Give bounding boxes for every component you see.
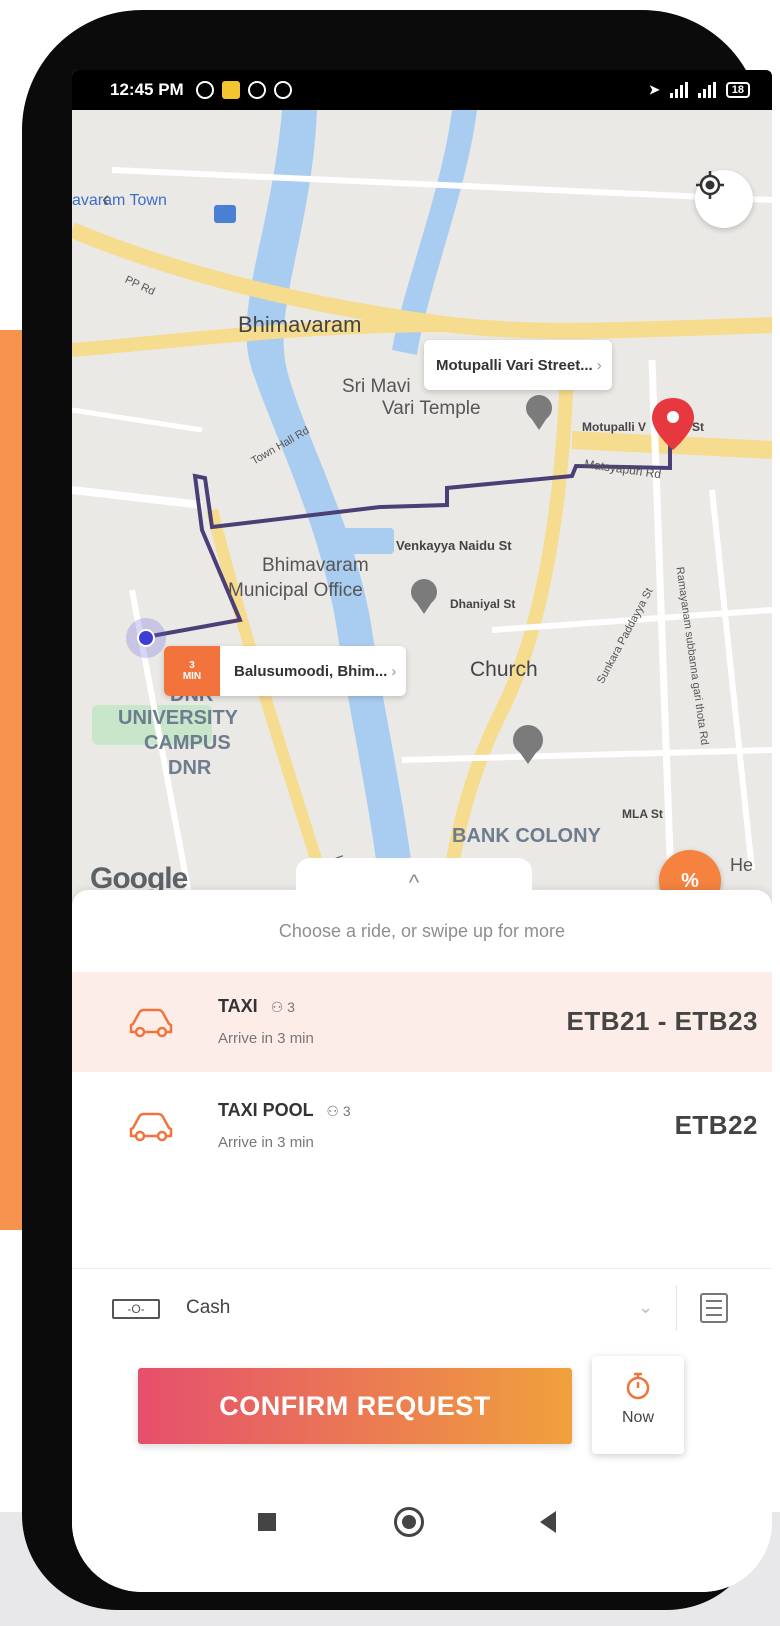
ride-arrival-time: Arrive in 3 min — [218, 1134, 314, 1151]
phone-screen: 12:45 PM ➤ 18 avaram Town PP Rd Bhimavar… — [72, 70, 772, 1592]
location-icon: ➤ — [648, 82, 660, 97]
car-icon — [129, 1008, 173, 1038]
map-label-municipal-2: Municipal Office — [228, 580, 363, 601]
seat-count: 3 — [342, 1103, 351, 1119]
status-system-icons: ➤ 18 — [649, 82, 750, 98]
map-label-church: Church — [470, 658, 538, 681]
status-time: 12:45 PM — [110, 80, 184, 99]
map-view[interactable]: avaram Town PP Rd Bhimavaram Sri Mavi Va… — [72, 110, 772, 910]
back-icon[interactable] — [540, 1511, 556, 1533]
map-label-vari-temple: Vari Temple — [382, 398, 481, 419]
app-notification-icon — [221, 81, 240, 99]
seat-capacity: ⚇ 3 — [326, 1103, 350, 1119]
pickup-callout[interactable]: 3 MIN Balusumoodi, Bhim... › — [164, 646, 407, 696]
payment-divider — [676, 1285, 677, 1331]
ride-name-label: TAXI — [218, 996, 258, 1016]
battery-icon: 18 — [725, 82, 750, 98]
status-notification-icons — [195, 81, 292, 99]
whatsapp-icon — [273, 81, 292, 99]
seat-capacity: ⚇ 3 — [271, 999, 295, 1015]
ride-price: ETB22 — [674, 1110, 758, 1140]
map-roads-layer — [72, 110, 772, 910]
map-label-bank-colony: BANK COLONY — [452, 825, 601, 847]
android-nav-bar — [72, 1475, 772, 1592]
recent-apps-icon[interactable] — [258, 1513, 276, 1531]
pickup-eta-value: 3 — [189, 660, 195, 671]
chevron-down-icon[interactable]: ⌄ — [638, 1297, 653, 1318]
pickup-eta-badge: 3 MIN — [164, 646, 220, 696]
pickup-eta-unit: MIN — [182, 671, 202, 682]
ride-hint: Choose a ride, or swipe up for more — [278, 921, 566, 941]
person-icon: ⚇ — [326, 1103, 339, 1119]
schedule-now-button[interactable]: Now — [592, 1356, 684, 1454]
pickup-callout-label: Balusumoodi, Bhim... — [234, 662, 388, 680]
map-label-venkayya-naidu-st: Venkayya Naidu St — [396, 538, 512, 553]
schedule-now-label: Now — [621, 1409, 654, 1426]
map-label-he: He — [730, 855, 754, 875]
chevron-right-icon: › — [596, 356, 602, 374]
back-arrow-icon[interactable]: ‹ — [102, 186, 109, 212]
phone-frame: 12:45 PM ➤ 18 avaram Town PP Rd Bhimavar… — [22, 10, 772, 1610]
car-icon — [129, 1112, 173, 1142]
stopwatch-icon — [626, 1372, 650, 1400]
payment-method-label: Cash — [186, 1297, 231, 1318]
notes-icon[interactable] — [700, 1293, 728, 1323]
signal-icon — [669, 82, 688, 98]
map-label-st: St — [692, 420, 704, 434]
ride-option-taxi-pool[interactable]: TAXI POOL ⚇ 3 Arrive in 3 min ETB22 — [72, 1076, 772, 1176]
alarm-icon — [195, 81, 214, 99]
map-label-sri-mavi: Sri Mavi — [342, 376, 411, 397]
ride-name: TAXI POOL ⚇ 3 — [218, 1100, 351, 1121]
ride-price: ETB21 - ETB23 — [566, 1006, 758, 1036]
status-bar: 12:45 PM ➤ 18 — [72, 70, 772, 110]
map-label-bhimavaram: Bhimavaram — [238, 312, 362, 337]
ride-name-label: TAXI POOL — [218, 1100, 314, 1120]
map-label-university: UNIVERSITY — [118, 707, 239, 729]
ride-arrival-time: Arrive in 3 min — [218, 1030, 314, 1047]
destination-callout[interactable]: Motupalli Vari Street... › — [424, 340, 612, 390]
map-label-dhaniyal-st: Dhaniyal St — [450, 597, 516, 611]
destination-callout-label: Motupalli Vari Street... — [436, 356, 593, 374]
cash-icon: -O- — [112, 1299, 160, 1319]
map-label-dnr-2: DNR — [168, 757, 212, 779]
confirm-request-button[interactable]: CONFIRM REQUEST — [138, 1368, 572, 1444]
person-icon: ⚇ — [270, 999, 284, 1015]
signal-4g-icon — [697, 82, 716, 98]
map-label-motupalli: Motupalli V — [582, 420, 646, 434]
my-location-button[interactable] — [695, 170, 753, 228]
ride-option-taxi[interactable]: TAXI ⚇ 3 Arrive in 3 min ETB21 - ETB23 — [72, 972, 772, 1072]
map-label-municipal-1: Bhimavaram — [262, 555, 369, 576]
crosshair-icon — [696, 171, 724, 199]
ride-name: TAXI ⚇ 3 — [218, 996, 295, 1017]
chevron-right-icon: › — [391, 662, 397, 680]
map-label-campus: CAMPUS — [144, 732, 231, 754]
map-label-mla-st: MLA St — [622, 807, 663, 821]
home-icon[interactable] — [394, 1507, 424, 1537]
payment-method-row[interactable]: -O- Cash ⌄ — [72, 1268, 772, 1349]
messenger-icon — [247, 81, 266, 99]
map-label-town: avaram Town — [72, 192, 167, 209]
seat-count: 3 — [287, 999, 295, 1015]
